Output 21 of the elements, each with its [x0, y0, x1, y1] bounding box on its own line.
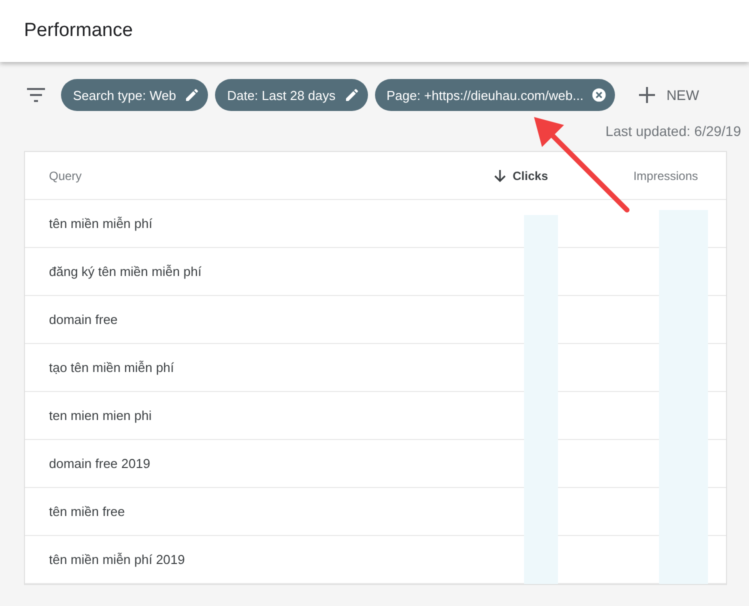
query-cell-text: tên miền miễn phí 2019 — [48, 552, 186, 567]
column-header[interactable]: Impressions — [576, 168, 726, 182]
query-cell-text: domain free 2019 — [48, 456, 152, 471]
filter-chip[interactable]: Page: +https://dieuhau.com/web... — [374, 79, 616, 111]
column-header[interactable]: Clicks — [446, 168, 576, 182]
close-icon — [591, 87, 608, 103]
pencil-icon — [184, 87, 200, 103]
query-cell-text: tên miền free — [48, 504, 126, 519]
plus-icon — [638, 86, 656, 104]
page-title: Performance — [24, 20, 133, 42]
new-filter-button[interactable]: NEW — [634, 82, 704, 108]
filter-chip[interactable]: Date: Last 28 days — [215, 79, 368, 111]
last-updated-text: Last updated: 6/29/19 — [606, 122, 742, 141]
query-cell-text: tạo tên miền miễn phí — [48, 360, 176, 375]
query-cell-text: tên miền miễn phí — [48, 216, 154, 231]
query-cell-text: đăng ký tên miền miễn phí — [48, 264, 202, 279]
query-cell-text: ten mien mien phi — [48, 408, 153, 423]
column-header[interactable]: Query — [25, 168, 446, 182]
query-cell-text: domain free — [48, 312, 119, 327]
filter-chip[interactable]: Search type: Web — [61, 79, 208, 111]
pencil-icon — [344, 87, 360, 103]
